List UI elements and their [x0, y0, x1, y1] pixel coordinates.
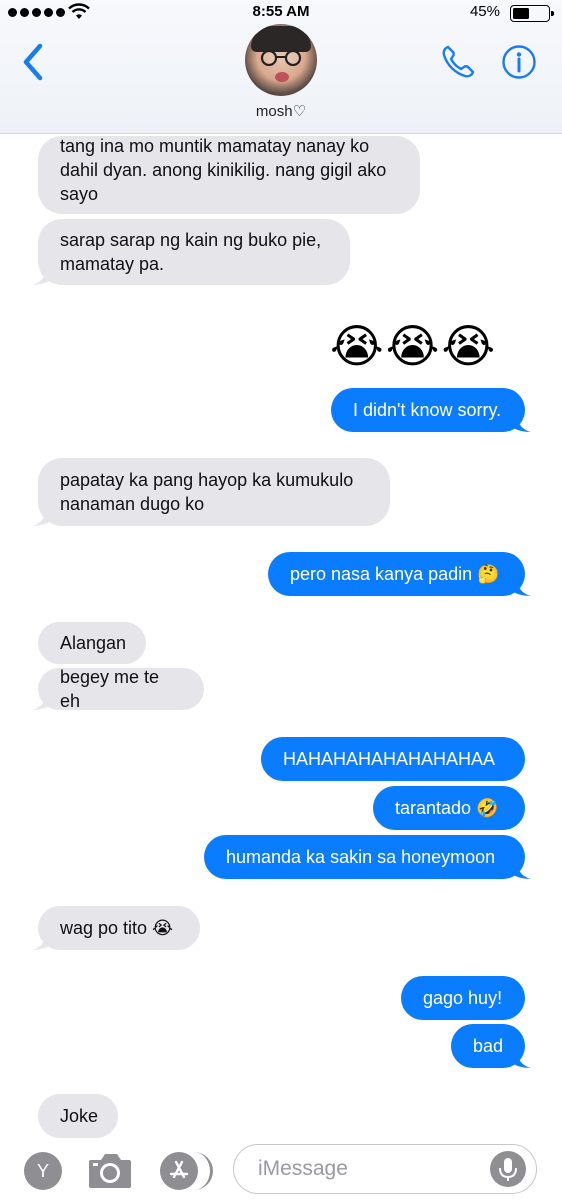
message-incoming[interactable]: wag po tito 😭	[32, 906, 200, 950]
message-outgoing[interactable]: HAHAHAHAHAHAHAHAA	[261, 737, 525, 781]
message-incoming[interactable]: sarap sarap ng kain ng buko pie, mamatay…	[32, 219, 350, 285]
back-chevron-icon[interactable]	[18, 42, 48, 82]
message-outgoing[interactable]: humanda ka sakin sa honeymoon	[204, 835, 531, 879]
message-outgoing[interactable]: tarantado 🤣	[373, 786, 525, 830]
message-outgoing[interactable]: gago huy!	[401, 976, 525, 1020]
message-outgoing[interactable]: I didn't know sorry.	[331, 388, 531, 432]
phone-icon[interactable]	[440, 44, 476, 80]
conversation-header: 8:55 AM 45% mosh♡	[0, 0, 562, 134]
message-text: papatay ka pang hayop ka kumukulo nanama…	[60, 470, 354, 514]
message-text: begey me te eh	[60, 667, 160, 711]
message-text: wag po tito 😭	[60, 918, 174, 938]
battery-icon	[510, 5, 554, 22]
contact-name[interactable]: mosh♡	[0, 102, 562, 120]
conversation[interactable]: tang ina mo muntik mamatay nanay ko dahi…	[0, 0, 562, 1200]
apps-button[interactable]: Y	[24, 1152, 62, 1190]
message-outgoing[interactable]: pero nasa kanya padin 🤔	[268, 552, 531, 596]
message-text: tarantado 🤣	[395, 798, 499, 818]
message-outgoing[interactable]: bad	[451, 1024, 531, 1068]
status-bar: 8:55 AM 45%	[0, 0, 562, 26]
big-emoji-message[interactable]: 😭😭😭	[330, 318, 510, 378]
avatar[interactable]	[245, 24, 317, 96]
message-input-placeholder: iMessage	[258, 1157, 348, 1180]
message-text: Joke	[60, 1106, 99, 1126]
message-text: humanda ka sakin sa honeymoon	[226, 847, 496, 867]
camera-icon[interactable]	[87, 1150, 133, 1190]
message-text: sarap sarap ng kain ng buko pie, mamatay…	[60, 230, 322, 274]
message-incoming[interactable]: begey me te eh	[32, 667, 204, 711]
message-incoming[interactable]: Alangan	[38, 622, 146, 664]
message-text: I didn't know sorry.	[353, 400, 502, 420]
message-text: gago huy!	[423, 988, 503, 1008]
message-incoming[interactable]: tang ina mo muntik mamatay nanay ko dahi…	[38, 136, 420, 214]
big-emoji-text: 😭😭😭	[330, 319, 498, 373]
message-text: pero nasa kanya padin 🤔	[290, 564, 500, 584]
battery-percent: 45%	[469, 3, 500, 20]
message-text: Alangan	[60, 633, 127, 653]
message-input[interactable]: iMessage	[233, 1144, 537, 1194]
message-incoming[interactable]: papatay ka pang hayop ka kumukulo nanama…	[32, 458, 390, 526]
microphone-icon[interactable]	[490, 1151, 526, 1187]
apps-button-label: Y	[36, 1160, 49, 1181]
message-text: HAHAHAHAHAHAHAHAA	[283, 749, 496, 769]
message-text: tang ina mo muntik mamatay nanay ko dahi…	[60, 136, 387, 204]
info-icon[interactable]	[501, 44, 537, 80]
message-incoming[interactable]: Joke	[38, 1094, 118, 1138]
message-text: bad	[473, 1036, 504, 1056]
